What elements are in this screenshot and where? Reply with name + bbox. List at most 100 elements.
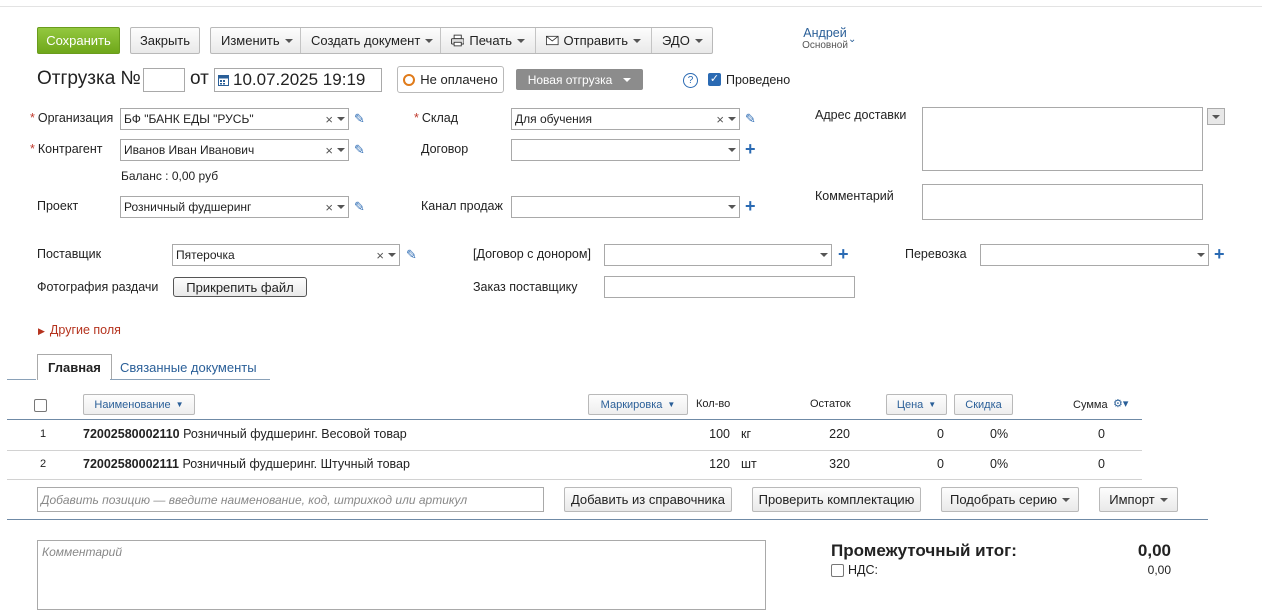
counterparty-value: Иванов Иван Иванович — [124, 143, 255, 157]
other-fields-toggle[interactable]: ▶ Другие поля — [38, 323, 121, 337]
price-column-header[interactable]: Цена ▼ — [886, 394, 947, 415]
add-position-input[interactable]: Добавить позицию — введите наименование,… — [37, 487, 544, 512]
pencil-edit-icon[interactable]: ✎ — [406, 247, 417, 263]
pick-series-button[interactable]: Подобрать серию — [941, 487, 1079, 512]
document-date-input[interactable]: 10.07.2025 19:19 — [214, 68, 382, 92]
organization-value: БФ "БАНК ЕДЫ "РУСЬ" — [124, 112, 254, 126]
posted-checkbox[interactable]: ✓ — [708, 73, 721, 86]
row-discount[interactable]: 0% — [990, 427, 1008, 441]
status-label: Новая отгрузка — [527, 72, 613, 87]
chevron-down-icon[interactable] — [337, 205, 345, 209]
vat-checkbox[interactable] — [831, 564, 844, 577]
clear-icon[interactable]: × — [325, 143, 333, 158]
organization-label: * Организация — [30, 111, 114, 125]
clear-icon[interactable]: × — [716, 112, 724, 127]
chevron-down-icon: ▼ — [667, 400, 676, 409]
row-price[interactable]: 0 — [924, 427, 944, 441]
row-product[interactable]: 72002580002110 Розничный фудшеринг. Весо… — [83, 427, 407, 441]
check-set-button[interactable]: Проверить комплектацию — [752, 487, 921, 512]
row-qty[interactable]: 120 — [700, 457, 730, 471]
tab-baseline — [7, 379, 36, 380]
payment-status-button[interactable]: Не оплачено — [397, 66, 504, 93]
row-discount[interactable]: 0% — [990, 457, 1008, 471]
help-icon[interactable]: ? — [683, 73, 698, 88]
caret-right-icon: ▶ — [38, 326, 45, 336]
project-select[interactable]: Розничный фудшеринг × — [120, 196, 349, 218]
chevron-down-icon[interactable] — [728, 205, 736, 209]
contract-select[interactable] — [511, 139, 740, 161]
chevron-down-icon: ⌄ — [848, 34, 857, 45]
create-document-menu-button[interactable]: Создать документ — [301, 28, 441, 53]
name-column-header[interactable]: Наименование ▼ — [83, 394, 195, 415]
delivery-address-textarea[interactable] — [922, 107, 1203, 171]
select-all-checkbox[interactable] — [34, 399, 47, 412]
clear-icon[interactable]: × — [376, 248, 384, 263]
other-fields-label: Другие поля — [49, 323, 121, 337]
print-menu-button[interactable]: Печать — [441, 28, 536, 53]
clear-icon[interactable]: × — [325, 200, 333, 215]
row-sum: 0 — [1098, 457, 1105, 471]
stock-column-header: Остаток — [810, 398, 851, 410]
pencil-edit-icon[interactable]: ✎ — [354, 199, 365, 215]
chevron-down-icon[interactable] — [337, 117, 345, 121]
supplier-value: Пятерочка — [176, 248, 235, 262]
document-date-value: 10.07.2025 19:19 — [233, 70, 366, 89]
chevron-down-icon[interactable] — [337, 148, 345, 152]
add-transport-plus-icon[interactable]: + — [1214, 245, 1225, 263]
comment-textarea[interactable] — [922, 184, 1203, 220]
envelope-icon — [546, 35, 559, 46]
row-number: 1 — [40, 428, 47, 440]
supplier-order-label: Заказ поставщику — [473, 280, 578, 294]
warehouse-select[interactable]: Для обучения × — [511, 108, 740, 130]
pencil-edit-icon[interactable]: ✎ — [354, 111, 365, 127]
photo-label: Фотография раздачи — [37, 280, 159, 294]
clear-icon[interactable]: × — [325, 112, 333, 127]
user-menu[interactable]: Андрей Основной ⌄ — [790, 26, 860, 51]
organization-select[interactable]: БФ "БАНК ЕДЫ "РУСЬ" × — [120, 108, 349, 130]
edo-menu-button[interactable]: ЭДО — [652, 28, 712, 53]
chevron-down-icon[interactable] — [388, 253, 396, 257]
counterparty-select[interactable]: Иванов Иван Иванович × — [120, 139, 349, 161]
document-number-input[interactable] — [143, 68, 185, 92]
chevron-down-icon[interactable] — [820, 253, 828, 257]
chevron-down-icon[interactable] — [1197, 253, 1205, 257]
save-button[interactable]: Сохранить — [37, 27, 120, 54]
add-donor-contract-plus-icon[interactable]: + — [838, 245, 849, 263]
row-stock: 320 — [829, 457, 850, 471]
supplier-select[interactable]: Пятерочка × — [172, 244, 400, 266]
attach-file-button[interactable]: Прикрепить файл — [173, 277, 307, 297]
discount-column-header[interactable]: Скидка — [954, 394, 1013, 415]
import-button[interactable]: Импорт — [1099, 487, 1178, 512]
table-row[interactable]: 1 72002580002110 Розничный фудшеринг. Ве… — [0, 420, 1142, 450]
row-qty[interactable]: 100 — [700, 427, 730, 441]
chevron-down-icon: ▼ — [175, 400, 184, 409]
chevron-down-icon[interactable] — [728, 148, 736, 152]
chevron-down-icon — [1212, 114, 1220, 119]
row-unit: шт — [741, 457, 757, 471]
address-dropdown-button[interactable] — [1207, 108, 1225, 125]
table-row[interactable]: 2 72002580002111 Розничный фудшеринг. Шт… — [0, 450, 1142, 480]
send-menu-button[interactable]: Отправить — [536, 28, 652, 53]
pencil-edit-icon[interactable]: ✎ — [354, 142, 365, 158]
edit-menu-button[interactable]: Изменить — [211, 28, 301, 53]
chevron-down-icon[interactable] — [728, 117, 736, 121]
sales-channel-select[interactable] — [511, 196, 740, 218]
supplier-order-input[interactable] — [604, 276, 855, 298]
calendar-icon[interactable] — [218, 74, 229, 86]
close-button[interactable]: Закрыть — [130, 27, 200, 54]
columns-settings-gear-icon[interactable]: ⚙▾ — [1113, 397, 1128, 410]
status-dropdown[interactable]: Новая отгрузка — [516, 69, 643, 90]
project-value: Розничный фудшеринг — [124, 200, 252, 214]
donor-contract-select[interactable] — [604, 244, 832, 266]
marking-column-header[interactable]: Маркировка ▼ — [588, 394, 688, 415]
transport-select[interactable] — [980, 244, 1209, 266]
chevron-down-icon — [633, 38, 641, 43]
tab-main[interactable]: Главная — [37, 354, 112, 380]
pencil-edit-icon[interactable]: ✎ — [745, 111, 756, 127]
row-product[interactable]: 72002580002111 Розничный фудшеринг. Штуч… — [83, 457, 410, 471]
add-contract-plus-icon[interactable]: + — [745, 140, 756, 158]
tab-related-documents[interactable]: Связанные документы — [110, 354, 267, 380]
row-price[interactable]: 0 — [924, 457, 944, 471]
add-channel-plus-icon[interactable]: + — [745, 197, 756, 215]
add-from-catalog-button[interactable]: Добавить из справочника — [564, 487, 732, 512]
